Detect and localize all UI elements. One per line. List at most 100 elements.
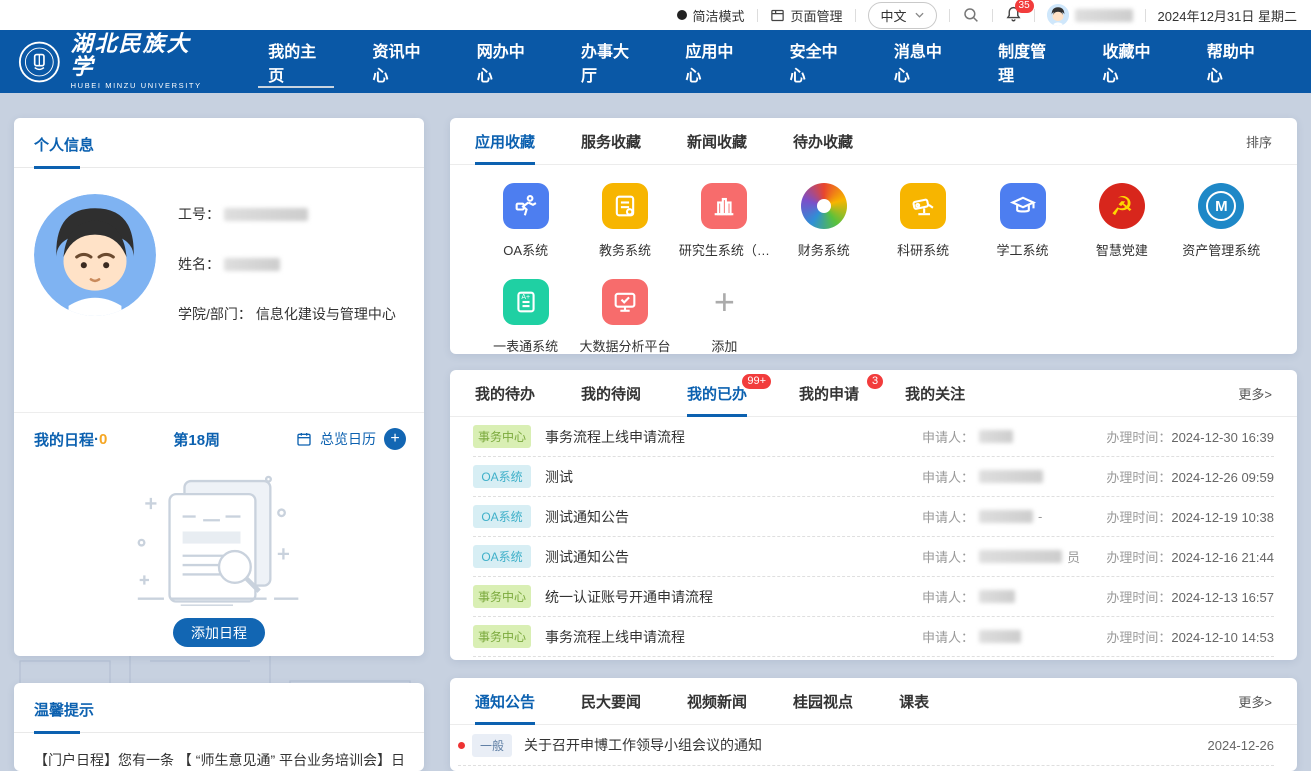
nav-item-service-hall[interactable]: 办事大厅 (557, 30, 661, 93)
divider (1145, 9, 1146, 22)
week-indicator: 第18周 (173, 429, 220, 450)
tip-item[interactable]: 【门户日程】您有一条 【 “师生意见通” 平台业务培训会】日… (34, 733, 404, 771)
chevron-down-icon (915, 12, 924, 18)
tab-guiyuan-viewpoint[interactable]: 桂园视点 (793, 678, 853, 724)
add-schedule-plus-button[interactable]: + (384, 428, 406, 450)
tab-my-done[interactable]: 我的已办99+ (687, 370, 747, 416)
app-one-form-system[interactable]: A+ 一表通系统 (476, 279, 575, 354)
notices-more-link[interactable]: 更多> (1238, 692, 1272, 711)
nav-item-message-center[interactable]: 消息中心 (870, 30, 974, 93)
nav-item-help-center[interactable]: 帮助中心 (1183, 30, 1287, 93)
app-oa-system[interactable]: OA系统 (476, 183, 575, 259)
notification-count-badge: 35 (1015, 0, 1034, 13)
applicant-redacted (979, 430, 1013, 443)
tab-app-favorites[interactable]: 应用收藏 (475, 118, 535, 164)
app-graduate-system[interactable]: 研究生系统（… (675, 183, 774, 259)
app-label: 研究生系统（… (679, 240, 770, 259)
nav-item-news-center[interactable]: 资讯中心 (348, 30, 452, 93)
tab-my-applications[interactable]: 我的申请3 (799, 370, 859, 416)
tasks-more-link[interactable]: 更多> (1238, 384, 1272, 403)
task-time: 2024-12-10 14:53 (1171, 630, 1274, 645)
research-system-icon (900, 183, 946, 229)
app-add-button[interactable]: + 添加 (675, 279, 774, 354)
name-field: 姓名： (178, 254, 396, 274)
personal-info-title: 个人信息 (34, 137, 94, 154)
tab-my-todo[interactable]: 我的待办 (475, 370, 535, 416)
employee-id-redacted (224, 208, 308, 221)
search-icon[interactable] (962, 6, 980, 24)
app-grid: OA系统 教务系统 研究生系统（… 财务系统 (450, 165, 1297, 354)
nav-item-favorites-center[interactable]: 收藏中心 (1078, 30, 1182, 93)
app-label: 资产管理系统 (1182, 240, 1260, 259)
name-redacted (224, 258, 280, 271)
university-logo[interactable]: 湖北民族大学 HUBEI MINZU UNIVERSITY (18, 33, 204, 90)
task-time: 2024-12-19 10:38 (1171, 510, 1274, 525)
divider (1034, 9, 1035, 22)
simple-mode-icon (677, 10, 687, 20)
notice-row[interactable]: 一般 关于召开申博工作领导小组会议的通知 2024-12-26 (458, 725, 1274, 766)
tab-todo-favorites[interactable]: 待办收藏 (793, 118, 853, 164)
language-select[interactable]: 中文 (868, 2, 937, 29)
nav-item-online-center[interactable]: 网办中心 (453, 30, 557, 93)
asset-management-icon: M (1198, 183, 1244, 229)
tab-news-favorites[interactable]: 新闻收藏 (687, 118, 747, 164)
tasks-tabs: 我的待办 我的待阅 我的已办99+ 我的申请3 我的关注 更多> (450, 370, 1297, 417)
oa-system-icon (503, 183, 549, 229)
applicant-redacted (979, 590, 1015, 603)
page-manage-button[interactable]: 页面管理 (770, 6, 843, 25)
task-row[interactable]: 事务中心 统一认证账号开通申请流程 申请人： 办理时间：2024-12-13 1… (473, 577, 1274, 617)
task-time: 2024-12-16 21:44 (1171, 550, 1274, 565)
add-schedule-button[interactable]: 添加日程 (173, 618, 265, 647)
tab-service-favorites[interactable]: 服务收藏 (581, 118, 641, 164)
tab-timetable[interactable]: 课表 (899, 678, 929, 724)
task-row[interactable]: 事务中心 事务流程上线申请流程 申请人： 办理时间：2024-12-10 14:… (473, 617, 1274, 657)
app-label: 学工系统 (997, 240, 1049, 259)
sort-button[interactable]: 排序 (1246, 132, 1272, 151)
profile-avatar (34, 194, 156, 316)
app-label: 教务系统 (599, 240, 651, 259)
employee-id-field: 工号： (178, 204, 396, 224)
nav-item-security-center[interactable]: 安全中心 (766, 30, 870, 93)
task-row[interactable]: OA系统 测试 申请人： 办理时间：2024-12-26 09:59 (473, 457, 1274, 497)
one-form-system-icon: A+ (503, 279, 549, 325)
app-asset-management[interactable]: M 资产管理系统 (1172, 183, 1271, 259)
tab-video-news[interactable]: 视频新闻 (687, 678, 747, 724)
nav-item-app-center[interactable]: 应用中心 (661, 30, 765, 93)
divider (992, 9, 993, 22)
app-research-system[interactable]: 科研系统 (874, 183, 973, 259)
personal-info-card: 个人信息 (14, 118, 424, 656)
app-student-system[interactable]: 学工系统 (973, 183, 1072, 259)
app-label: 添加 (711, 336, 737, 354)
simple-mode-toggle[interactable]: 简洁模式 (677, 6, 745, 25)
applicant-redacted (979, 550, 1062, 563)
task-row[interactable]: OA系统 测试通知公告 申请人：员 办理时间：2024-12-16 21:44 (473, 537, 1274, 577)
empty-schedule-illustration (14, 468, 424, 608)
tab-notice-announcements[interactable]: 通知公告 (475, 678, 535, 724)
app-academic-system[interactable]: 教务系统 (575, 183, 674, 259)
profile-body: 工号： 姓名： 学院/部门： 信息化建设与管理中心 (14, 168, 424, 378)
user-name-redacted (1075, 9, 1133, 22)
task-row[interactable]: 事务中心 事务流程上线申请流程 申请人： 办理时间：2024-12-30 16:… (473, 417, 1274, 457)
task-title: 测试通知公告 (545, 507, 629, 527)
user-account[interactable] (1047, 4, 1133, 26)
app-label: 科研系统 (897, 240, 949, 259)
notice-title: 关于召开申博工作领导小组会议的通知 (524, 735, 762, 755)
tips-title: 温馨提示 (34, 702, 94, 719)
source-badge: OA系统 (473, 505, 531, 528)
tab-university-news[interactable]: 民大要闻 (581, 678, 641, 724)
nav-item-my-home[interactable]: 我的主页 (244, 30, 348, 93)
task-row[interactable]: OA系统 测试通知公告 申请人：- 办理时间：2024-12-19 10:38 (473, 497, 1274, 537)
app-big-data-platform[interactable]: 大数据分析平台 (575, 279, 674, 354)
notices-tabs: 通知公告 民大要闻 视频新闻 桂园视点 课表 更多> (450, 678, 1297, 725)
task-title: 测试 (545, 467, 573, 487)
notice-date: 2024-12-26 (1208, 738, 1275, 753)
profile-fields: 工号： 姓名： 学院/部门： 信息化建设与管理中心 (178, 194, 396, 354)
calendar-overview-link[interactable]: 总览日历 (320, 429, 376, 449)
app-finance-system[interactable]: 财务系统 (774, 183, 873, 259)
main-navbar: 湖北民族大学 HUBEI MINZU UNIVERSITY 我的主页 资讯中心 … (0, 30, 1311, 93)
tab-my-to-read[interactable]: 我的待阅 (581, 370, 641, 416)
nav-item-policy-management[interactable]: 制度管理 (974, 30, 1078, 93)
tab-my-follows[interactable]: 我的关注 (905, 370, 965, 416)
app-party-building[interactable]: ☭ 智慧党建 (1072, 183, 1171, 259)
notifications-button[interactable]: 35 (1005, 5, 1022, 26)
